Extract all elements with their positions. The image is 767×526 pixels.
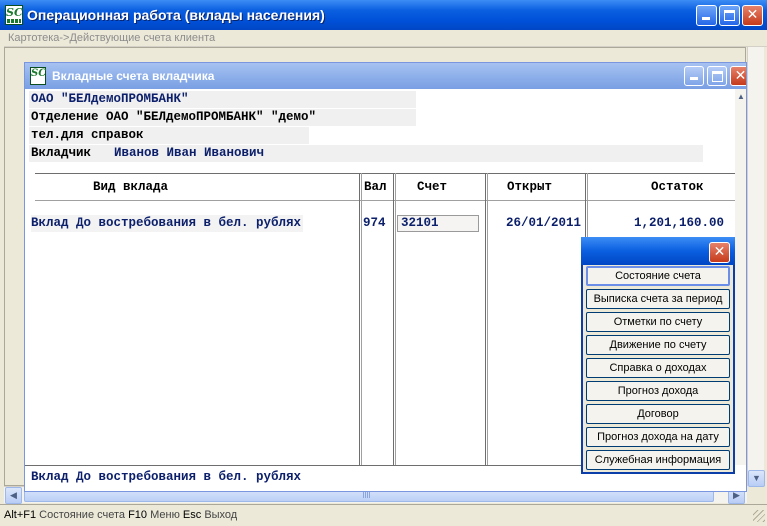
inner-vertical-scrollbar[interactable]: ▲ xyxy=(735,89,746,465)
minimize-button[interactable] xyxy=(696,5,717,26)
column-header-balance: Остаток xyxy=(651,180,704,194)
popup-close-button[interactable]: ✕ xyxy=(709,242,730,263)
column-header-type: Вид вклада xyxy=(93,180,169,194)
column-header-account: Счет xyxy=(417,180,448,194)
menu-income-forecast[interactable]: Прогноз дохода xyxy=(586,381,730,401)
row-deposit-type: Вклад До востребования в бел. рублях xyxy=(31,215,304,232)
scroll-left-button[interactable]: ◀ xyxy=(5,487,22,504)
app-title: Операционная работа (вклады населения) xyxy=(27,7,325,23)
hotkey-f10: F10 xyxy=(128,509,148,521)
arrow-down-icon: ▼ xyxy=(752,473,761,483)
close-button[interactable]: ✕ xyxy=(742,5,763,26)
hotkey-alt-f1-desc: Состояние счета xyxy=(39,509,126,521)
app-logo-text: SC xyxy=(6,6,23,19)
hotkey-f10-desc: Меню xyxy=(150,509,180,521)
close-icon: ✕ xyxy=(746,7,759,23)
row-opened-date: 26/01/2011 xyxy=(506,216,582,230)
column-header-currency: Вал xyxy=(364,180,387,194)
inner-minimize-button[interactable] xyxy=(684,66,704,86)
branch-name: Отделение ОАО "БЕЛдемоПРОМБАНК" "демо" xyxy=(31,110,317,124)
inner-maximize-button[interactable] xyxy=(707,66,727,86)
grip-icon xyxy=(363,492,371,498)
app-titlebar[interactable]: SC Операционная работа (вклады населения… xyxy=(0,0,767,30)
close-icon: ✕ xyxy=(713,244,726,260)
inner-close-button[interactable]: ✕ xyxy=(730,66,747,86)
arrow-up-icon[interactable]: ▲ xyxy=(735,91,746,103)
menu-statement-period[interactable]: Выписка счета за период xyxy=(586,289,730,309)
bank-name: ОАО "БЕЛдемоПРОМБАНК" xyxy=(31,92,189,106)
maximize-button[interactable] xyxy=(719,5,740,26)
menu-account-movement[interactable]: Движение по счету xyxy=(586,335,730,355)
row-account-number[interactable]: 32101 xyxy=(397,215,479,232)
menu-account-marks[interactable]: Отметки по счету xyxy=(586,312,730,332)
row-currency: 974 xyxy=(363,216,386,230)
hotkey-esc: Esc xyxy=(182,509,202,521)
hotkey-alt-f1: Alt+F1 xyxy=(4,509,37,521)
menu-service-info[interactable]: Служебная информация xyxy=(586,450,730,470)
status-bar: Alt+F1 Состояние счета F10 Меню Esc Выхо… xyxy=(0,504,767,526)
scroll-down-button[interactable]: ▼ xyxy=(748,470,765,487)
row-balance: 1,201,160.00 xyxy=(634,216,725,230)
menu-income-forecast-date[interactable]: Прогноз дохода на дату xyxy=(586,427,730,447)
close-icon: ✕ xyxy=(734,68,747,84)
popup-titlebar[interactable]: ✕ xyxy=(581,237,735,265)
inner-icon-text: SC xyxy=(31,68,47,79)
maximize-icon xyxy=(724,10,735,21)
resize-grip-icon[interactable] xyxy=(753,510,765,522)
table-row[interactable]: Вклад До востребования в бел. рублях 974… xyxy=(29,213,729,233)
menu-contract[interactable]: Договор xyxy=(586,404,730,424)
maximize-icon xyxy=(712,71,723,82)
inner-window-title: Вкладные счета вкладчика xyxy=(52,69,215,83)
inner-titlebar[interactable]: SC Вкладные счета вкладчика ✕ xyxy=(25,63,746,89)
selected-deposit-footer: Вклад До востребования в бел. рублях xyxy=(31,470,302,484)
phone-label: тел.для справок xyxy=(31,128,144,142)
menu-account-status[interactable]: Состояние счета xyxy=(586,266,730,286)
app-logo-icon: SC xyxy=(5,5,23,25)
menu-income-certificate[interactable]: Справка о доходах xyxy=(586,358,730,378)
depositor-label: Вкладчик xyxy=(31,146,92,160)
hotkey-esc-desc: Выход xyxy=(204,509,238,521)
actions-popup[interactable]: ✕ Состояние счета Выписка счета за перио… xyxy=(581,237,735,474)
inner-window-icon: SC xyxy=(30,67,46,85)
depositor-name: Иванов Иван Иванович xyxy=(114,146,265,160)
vertical-scrollbar[interactable]: ▼ xyxy=(747,47,765,487)
minimize-icon xyxy=(702,17,710,20)
breadcrumb: Картотека->Действующие счета клиента xyxy=(4,30,767,47)
minimize-icon xyxy=(690,77,698,80)
arrow-left-icon: ◀ xyxy=(10,490,17,500)
column-header-opened: Открыт xyxy=(507,180,553,194)
